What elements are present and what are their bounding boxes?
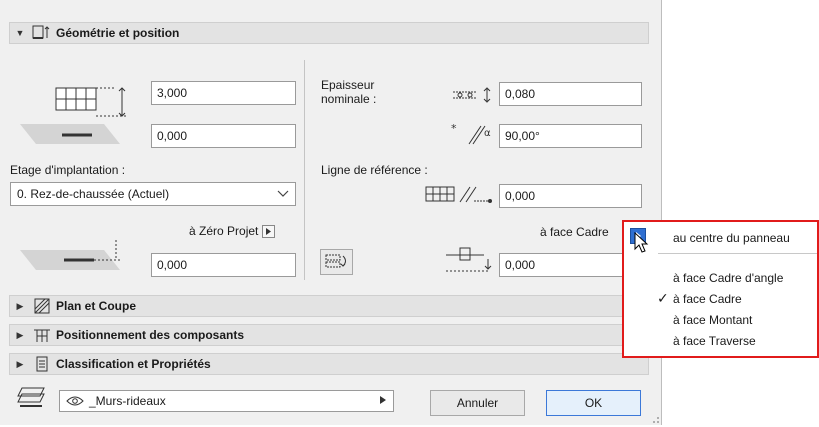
classification-section-icon — [30, 355, 54, 373]
chevron-down-icon — [277, 187, 289, 201]
story-label: Etage d'implantation : — [10, 163, 126, 177]
geometry-section-icon — [30, 24, 54, 42]
curtain-wall-settings-dialog: ▼ Géométrie et position 3,000 0,000 Etag… — [0, 0, 662, 425]
components-section-icon — [30, 326, 54, 344]
layer-select[interactable]: _Murs-rideaux — [59, 390, 394, 412]
layer-select-value: _Murs-rideaux — [89, 394, 166, 408]
popup-item-center[interactable]: au centre du panneau — [673, 231, 790, 245]
expanded-triangle-icon: ▼ — [15, 28, 25, 38]
story-select-value: 0. Rez-de-chaussée (Actuel) — [17, 187, 170, 201]
wall-base-icon — [20, 122, 120, 149]
section-header-geometry[interactable]: ▼ Géométrie et position — [9, 22, 649, 44]
section-title-positioning: Positionnement des composants — [56, 328, 245, 342]
mouse-cursor-icon — [634, 231, 650, 257]
flip-icon — [324, 252, 350, 273]
story-select[interactable]: 0. Rez-de-chaussée (Actuel) — [10, 182, 296, 206]
popup-item[interactable]: à face Traverse — [673, 334, 756, 348]
ok-button[interactable]: OK — [546, 390, 641, 416]
section-header-positioning[interactable]: ▶ Positionnement des composants — [9, 324, 649, 346]
collapsed-triangle-icon: ▶ — [16, 329, 24, 340]
section-header-plan[interactable]: ▶ Plan et Coupe — [9, 295, 649, 317]
angle-field[interactable]: 90,00° — [499, 124, 642, 148]
popup-separator — [658, 253, 817, 254]
thickness-label: Epaisseur nominale : — [321, 78, 377, 106]
column-divider — [304, 60, 305, 280]
base-offset-field[interactable]: 0,000 — [151, 124, 296, 148]
svg-text:*: * — [451, 122, 457, 135]
angle-icon: * α — [451, 122, 495, 149]
frame-offset-label: à face Cadre — [540, 225, 609, 239]
refline-icon — [424, 184, 496, 209]
wall-height-field[interactable]: 3,000 — [151, 81, 296, 105]
section-header-classification[interactable]: ▶ Classification et Propriétés — [9, 353, 649, 375]
chevron-right-icon — [379, 394, 387, 408]
section-title-plan: Plan et Coupe — [56, 299, 137, 313]
zero-project-field[interactable]: 0,000 — [151, 253, 296, 277]
frame-offset-field[interactable]: 0,000 — [499, 253, 622, 277]
frame-offset-icon — [444, 245, 496, 278]
collapsed-triangle-icon: ▶ — [16, 300, 24, 311]
refline-field[interactable]: 0,000 — [499, 184, 642, 208]
eye-icon — [66, 395, 84, 407]
thickness-field[interactable]: 0,080 — [499, 82, 642, 106]
section-title-classification: Classification et Propriétés — [56, 357, 211, 371]
flip-button[interactable] — [320, 249, 353, 275]
wall-zero-icon — [20, 238, 140, 275]
zero-project-toggle-arrow[interactable] — [261, 225, 275, 239]
checkmark-icon: ✓ — [657, 290, 669, 306]
popup-item[interactable]: à face Cadre — [673, 292, 742, 306]
thickness-icon — [451, 86, 495, 109]
collapsed-triangle-icon: ▶ — [16, 358, 24, 369]
wall-height-icon — [50, 80, 132, 125]
popup-item[interactable]: à face Montant — [673, 313, 752, 327]
zero-project-label: à Zéro Projet — [189, 224, 275, 239]
frame-offset-popup-menu: au centre du panneau à face Cadre d'angl… — [622, 220, 819, 358]
svg-text:α: α — [484, 128, 491, 139]
popup-item[interactable]: à face Cadre d'angle — [673, 271, 783, 285]
cancel-button[interactable]: Annuler — [430, 390, 525, 416]
plan-section-icon — [30, 297, 54, 315]
layer-icon — [16, 386, 46, 411]
section-title-geometry: Géométrie et position — [56, 26, 180, 40]
refline-label: Ligne de référence : — [321, 163, 428, 177]
